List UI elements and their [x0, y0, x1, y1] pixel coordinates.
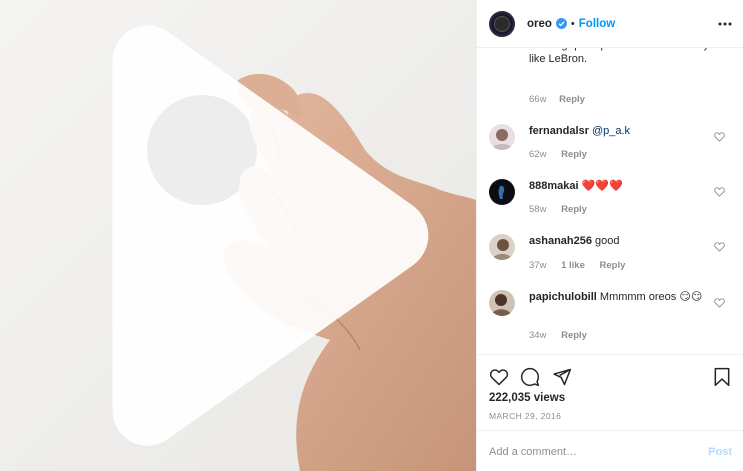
comment-input[interactable]	[489, 443, 689, 461]
reply-button[interactable]: Reply	[561, 330, 587, 341]
author-username[interactable]: oreo	[527, 18, 552, 30]
comment-body: Mmmmm oreos 😏😏	[599, 291, 703, 303]
more-options-icon[interactable]	[718, 18, 732, 30]
heart-icon[interactable]	[714, 242, 725, 252]
comment-username[interactable]: 888makai	[529, 180, 579, 192]
views-count[interactable]: 222,035 views	[489, 392, 565, 404]
comment-text: fernandalsr @p_a.k	[529, 124, 714, 138]
comment-username[interactable]: fernandalsr	[529, 125, 589, 137]
play-icon[interactable]	[0, 0, 476, 471]
post-side-panel: oreo • Follow dunking quintuplet Oreo's …	[476, 0, 743, 471]
list-item: papichulobill Mmmmm oreos 😏😏 34w Reply	[489, 290, 739, 341]
comment-body: good	[595, 235, 620, 247]
likes-count[interactable]: 1 like	[561, 260, 585, 271]
comment-body: ❤️❤️❤️	[581, 180, 623, 192]
follow-button[interactable]: Follow	[579, 18, 615, 30]
avatar[interactable]	[489, 179, 515, 205]
comment-text: papichulobill Mmmmm oreos 😏😏	[529, 290, 714, 304]
comment-meta: 62w Reply	[529, 149, 599, 160]
heart-icon[interactable]	[714, 298, 725, 308]
list-item: ashanah256 good 37w 1 like Reply	[489, 234, 739, 284]
comment-time: 34w	[529, 330, 547, 341]
avatar[interactable]	[489, 290, 515, 316]
instagram-post-view: oreo • Follow dunking quintuplet Oreo's …	[0, 0, 743, 471]
list-item: fernandalsr @p_a.k 62w Reply	[489, 124, 739, 174]
avatar[interactable]	[489, 124, 515, 150]
post-header: oreo • Follow	[477, 0, 743, 48]
comment-time: 58w	[529, 204, 547, 215]
comment-time: 37w	[529, 260, 547, 271]
reply-button[interactable]: Reply	[561, 204, 587, 215]
reply-button[interactable]: Reply	[600, 260, 626, 271]
comment-text: 888makai ❤️❤️❤️	[529, 179, 714, 193]
bookmark-icon[interactable]	[712, 367, 732, 387]
caption-time: 66w	[529, 94, 547, 105]
post-actions: 222,035 views MARCH 29, 2016	[477, 354, 743, 430]
comment-text: ashanah256 good	[529, 234, 714, 248]
caption-text: dunking quintuplet Oreo's ferociously li…	[529, 48, 709, 65]
list-item: 888makai ❤️❤️❤️ 58w Reply	[489, 179, 739, 229]
caption-reply-button[interactable]: Reply	[559, 94, 585, 105]
comment-meta: 34w Reply	[529, 330, 599, 341]
avatar[interactable]	[489, 234, 515, 260]
comment-time: 62w	[529, 149, 547, 160]
post-button[interactable]: Post	[708, 446, 732, 458]
comments-list[interactable]: dunking quintuplet Oreo's ferociously li…	[477, 48, 743, 354]
verified-badge-icon	[555, 18, 567, 29]
heart-icon[interactable]	[489, 367, 509, 387]
reply-button[interactable]: Reply	[561, 149, 587, 160]
caption-meta: 66w Reply	[529, 94, 585, 105]
comment-mention[interactable]: @p_a.k	[592, 125, 630, 137]
heart-icon[interactable]	[714, 132, 725, 142]
avatar[interactable]	[489, 10, 515, 37]
separator-dot: •	[570, 17, 575, 30]
post-date: MARCH 29, 2016	[489, 411, 562, 421]
add-comment-bar: Post	[477, 430, 743, 471]
comment-username[interactable]: papichulobill	[529, 291, 597, 303]
heart-icon[interactable]	[714, 187, 725, 197]
comment-icon[interactable]	[520, 367, 540, 387]
share-icon[interactable]	[552, 367, 572, 387]
comment-username[interactable]: ashanah256	[529, 235, 592, 247]
comment-meta: 58w Reply	[529, 204, 599, 215]
post-video[interactable]	[0, 0, 476, 471]
comment-meta: 37w 1 like Reply	[529, 260, 637, 271]
